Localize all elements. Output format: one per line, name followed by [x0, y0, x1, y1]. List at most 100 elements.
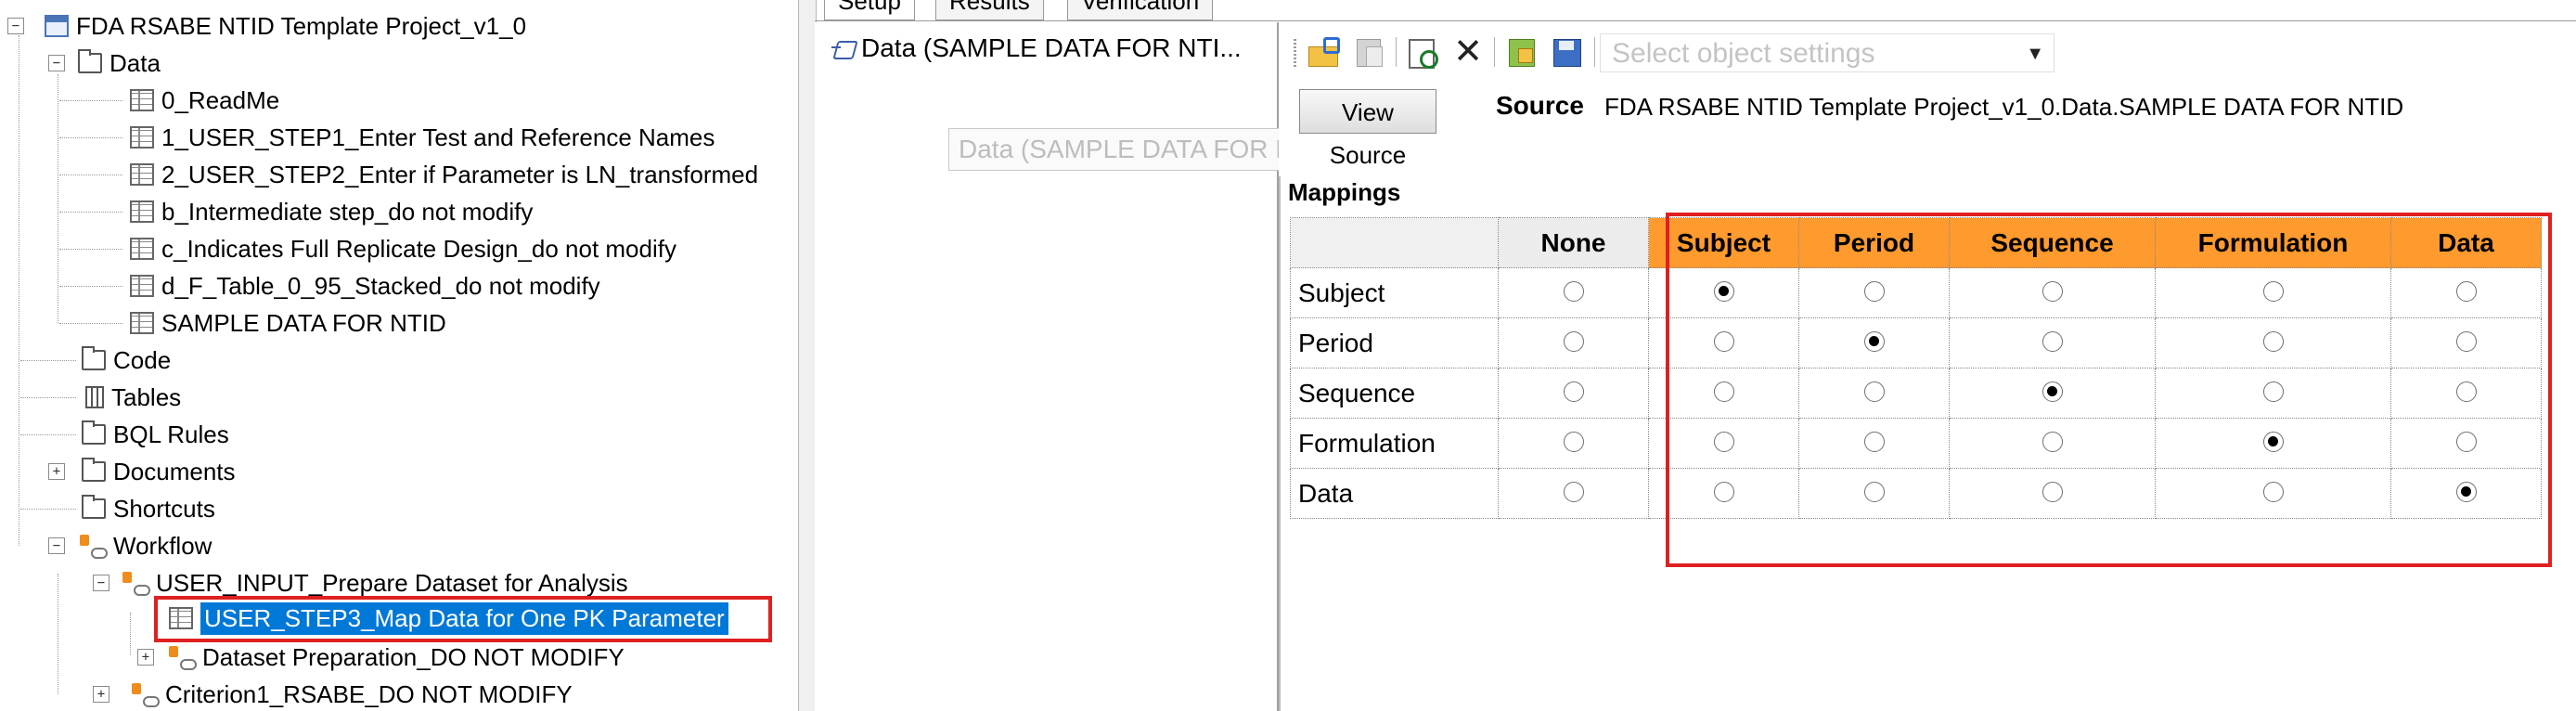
table-icon: [130, 238, 154, 260]
tab-strip: Setup Results Verification: [815, 0, 2576, 22]
tree-item-label: Documents: [113, 457, 236, 485]
collapse-icon[interactable]: −: [7, 18, 24, 34]
view-source-button[interactable]: View Source: [1299, 89, 1436, 169]
tree-item-label: FDA RSABE NTID Template Project_v1_0: [76, 11, 527, 40]
documents-folder-icon: [82, 458, 106, 482]
tree-item-label: d_F_Table_0_95_Stacked_do not modify: [161, 271, 600, 300]
collapse-icon[interactable]: −: [48, 537, 65, 554]
radio-formulation-none[interactable]: [1563, 431, 1584, 452]
toolbar-grip-icon[interactable]: [1294, 39, 1296, 67]
tree-item-data[interactable]: − Data: [0, 45, 161, 82]
code-folder-icon: [82, 346, 106, 370]
delete-icon[interactable]: ✕: [1451, 34, 1485, 70]
tree-item-code[interactable]: Code: [0, 342, 171, 379]
grid-cell[interactable]: [1498, 468, 1649, 519]
chevron-down-icon[interactable]: ▼: [2026, 34, 2044, 73]
tree-item-documents[interactable]: + Documents: [0, 453, 236, 490]
tab-verification[interactable]: Verification: [1067, 0, 1214, 20]
toolbar-separator: [1594, 37, 1595, 67]
tree-item-criterion1[interactable]: + Criterion1_RSABE_DO NOT MODIFY: [0, 676, 573, 711]
table-icon: [130, 312, 154, 334]
tree-item-dataset[interactable]: 1_USER_STEP1_Enter Test and Reference Na…: [0, 119, 715, 156]
collapse-icon[interactable]: −: [48, 55, 65, 71]
paste-icon[interactable]: [1353, 35, 1386, 69]
object-item-data[interactable]: Data (SAMPLE DATA FOR NTI...: [831, 33, 1242, 63]
tree-item-dataset[interactable]: b_Intermediate step_do not modify: [0, 193, 533, 230]
tree-item-tables[interactable]: Tables: [0, 379, 181, 416]
expand-icon[interactable]: +: [48, 463, 65, 480]
table-icon: [130, 200, 154, 223]
table-icon: [130, 275, 154, 297]
tree-item-dataset[interactable]: SAMPLE DATA FOR NTID: [0, 304, 446, 342]
tree-item-label: 1_USER_STEP1_Enter Test and Reference Na…: [161, 123, 715, 151]
tree-item-label: c_Indicates Full Replicate Design_do not…: [161, 234, 676, 263]
column-header-none[interactable]: None: [1498, 217, 1649, 268]
data-mapping-icon: [831, 35, 857, 61]
tab-setup[interactable]: Setup: [824, 0, 915, 20]
tree-item-label: BQL Rules: [113, 420, 229, 448]
row-header-sequence: Sequence: [1290, 368, 1499, 419]
row-header-data: Data: [1290, 468, 1499, 519]
tree-item-label: Workflow: [113, 531, 213, 560]
object-settings-select[interactable]: Select object settings ▼: [1600, 33, 2054, 72]
mappings-label: Mappings: [1288, 178, 1401, 206]
tree-item-label: Data: [109, 48, 161, 77]
object-settings-placeholder: Select object settings: [1612, 38, 1875, 69]
workflow-icon: [121, 572, 150, 596]
tree-item-label: Code: [113, 345, 172, 374]
toolbar: ✕ Select object settings ▼: [1279, 26, 2576, 76]
expand-icon[interactable]: +: [93, 686, 109, 703]
tables-icon: [85, 386, 104, 408]
workflow-icon: [78, 535, 108, 559]
tree-item-label: USER_INPUT_Prepare Dataset for Analysis: [156, 568, 628, 597]
source-label: Source: [1496, 91, 1584, 120]
grid-cell[interactable]: [1498, 418, 1649, 469]
tree-item-project[interactable]: − FDA RSABE NTID Template Project_v1_0: [0, 7, 526, 45]
tree-item-label: b_Intermediate step_do not modify: [161, 197, 534, 226]
source-value: FDA RSABE NTID Template Project_v1_0.Dat…: [1604, 93, 2404, 121]
save-icon[interactable]: [1550, 35, 1583, 69]
tree-item-shortcuts[interactable]: Shortcuts: [0, 490, 215, 527]
shortcuts-folder-icon: [82, 495, 106, 519]
expand-icon[interactable]: +: [137, 649, 154, 666]
project-icon: [45, 15, 69, 37]
row-header-subject: Subject: [1290, 267, 1499, 318]
row-header-formulation: Formulation: [1290, 418, 1499, 469]
export-icon[interactable]: [1505, 35, 1539, 69]
tree-item-dataset[interactable]: 2_USER_STEP2_Enter if Parameter is LN_tr…: [0, 156, 758, 193]
toolbar-separator: [1494, 37, 1495, 67]
open-icon[interactable]: [1307, 35, 1340, 69]
tree-item-dataset[interactable]: d_F_Table_0_95_Stacked_do not modify: [0, 267, 600, 304]
table-icon: [130, 163, 154, 186]
tree-item-bql-rules[interactable]: BQL Rules: [0, 416, 229, 453]
workflow-icon: [167, 646, 197, 670]
radio-subject-none[interactable]: [1563, 280, 1584, 302]
properties-icon[interactable]: [1405, 35, 1438, 69]
annotation-highlight-tree: [154, 596, 772, 642]
tree-item-label: Tables: [111, 382, 182, 411]
radio-period-none[interactable]: [1563, 330, 1584, 352]
grid-cell[interactable]: [1498, 368, 1649, 419]
tree-item-workflow[interactable]: − Workflow: [0, 527, 212, 564]
tree-item-label: Criterion1_RSABE_DO NOT MODIFY: [165, 679, 573, 708]
bql-rules-icon: [82, 420, 106, 445]
radio-sequence-none[interactable]: [1563, 381, 1584, 402]
tree-item-dataset-preparation[interactable]: + Dataset Preparation_DO NOT MODIFY: [0, 639, 625, 676]
tab-results[interactable]: Results: [935, 0, 1044, 20]
workflow-icon: [130, 683, 160, 707]
collapse-icon[interactable]: −: [93, 575, 109, 591]
object-list: Data (SAMPLE DATA FOR NTI...: [815, 22, 1279, 711]
grid-cell[interactable]: [1498, 267, 1649, 318]
tree-item-label: 0_ReadMe: [161, 85, 280, 114]
tree-scrollbar[interactable]: [798, 0, 817, 711]
object-item-label: Data (SAMPLE DATA FOR NTI...: [861, 33, 1242, 62]
grid-cell[interactable]: [1498, 317, 1649, 368]
tree-item-label: 2_USER_STEP2_Enter if Parameter is LN_tr…: [161, 160, 759, 188]
row-header-period: Period: [1290, 317, 1499, 368]
toolbar-separator: [1396, 37, 1397, 67]
tree-item-dataset[interactable]: c_Indicates Full Replicate Design_do not…: [0, 230, 676, 267]
tree-item-dataset[interactable]: 0_ReadMe: [0, 82, 279, 119]
pane-divider: [1279, 176, 1281, 711]
data-folder-icon: [78, 49, 102, 73]
radio-data-none[interactable]: [1563, 481, 1584, 502]
